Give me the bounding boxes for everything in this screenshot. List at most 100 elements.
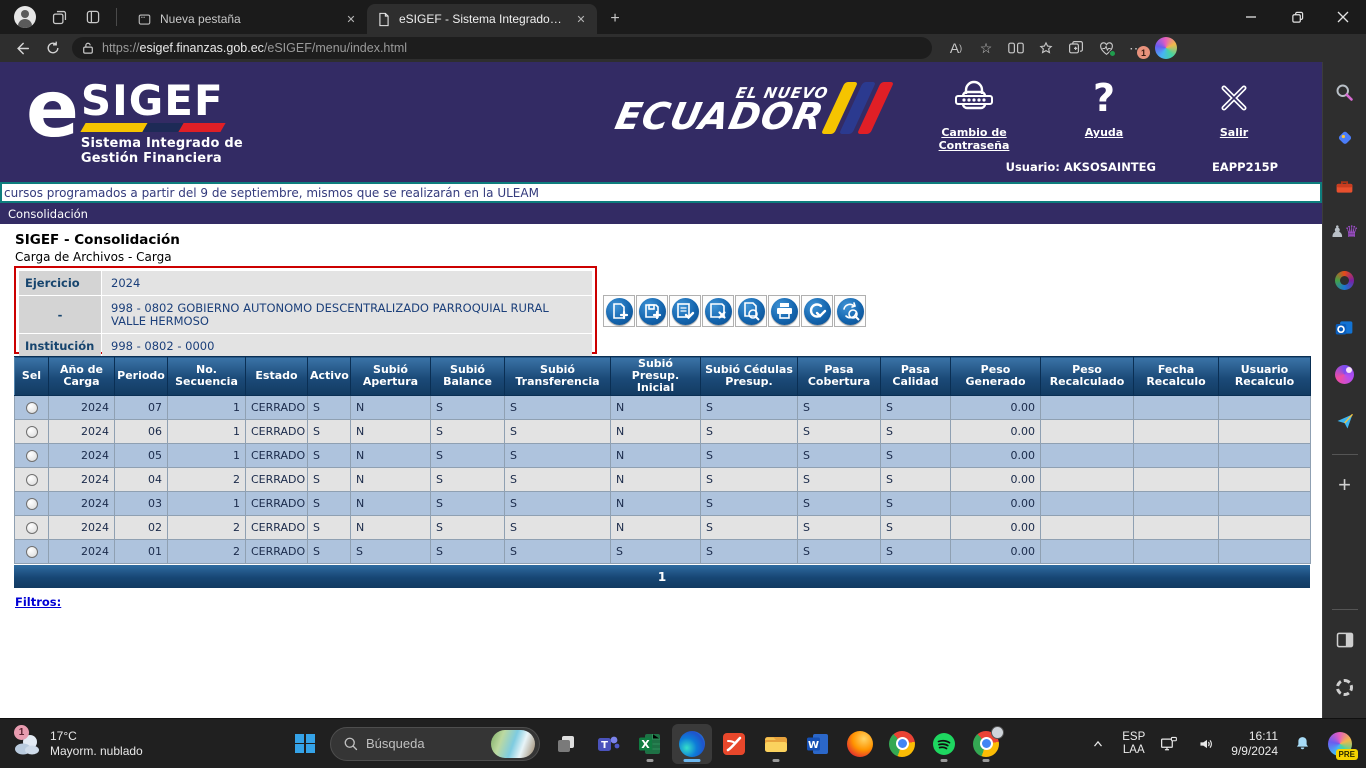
browser-titlebar: Nueva pestaña ✕ eSIGEF - Sistema Integra…	[0, 0, 1366, 34]
table-cell	[1041, 444, 1134, 468]
taskbar-search[interactable]: Búsqueda	[330, 727, 540, 761]
row-select-radio[interactable]	[26, 546, 38, 558]
help-button[interactable]: ? Ayuda	[1056, 74, 1152, 152]
workspaces-icon[interactable]	[78, 4, 108, 30]
settings-icon[interactable]	[1329, 671, 1361, 703]
language-indicator[interactable]: ESPLAA	[1122, 731, 1145, 757]
recalculate-search-icon	[837, 298, 864, 325]
search-icon[interactable]	[1329, 76, 1361, 108]
pdf-app-taskbar-icon[interactable]	[714, 724, 754, 764]
table-cell: S	[701, 516, 798, 540]
row-select-radio[interactable]	[26, 402, 38, 414]
menu-item-consolidacion[interactable]: Consolidación	[8, 207, 88, 221]
restore-button[interactable]	[1274, 0, 1320, 34]
row-select-radio[interactable]	[26, 522, 38, 534]
tray-chevron-icon[interactable]	[1084, 732, 1112, 756]
divider	[116, 8, 117, 26]
tab-actions-icon[interactable]	[44, 4, 74, 30]
edge-sidebar: ♟♛ +	[1322, 62, 1366, 718]
new-record-button[interactable]	[603, 295, 635, 327]
excel-taskbar-icon[interactable]: X	[630, 724, 670, 764]
search-placeholder: Búsqueda	[366, 736, 483, 751]
delete-record-button[interactable]	[702, 295, 734, 327]
address-bar[interactable]: https://esigef.finanzas.gob.ec/eSIGEF/me…	[72, 37, 932, 59]
network-icon[interactable]	[1155, 732, 1183, 756]
preview-search-button[interactable]	[735, 295, 767, 327]
teams-taskbar-icon[interactable]: T	[588, 724, 628, 764]
drop-icon[interactable]	[1329, 405, 1361, 437]
pagination-bar: 1	[14, 565, 1310, 588]
split-screen-icon[interactable]	[1002, 36, 1030, 60]
new-tab-button[interactable]: +	[601, 6, 629, 32]
row-select-radio[interactable]	[26, 498, 38, 510]
table-cell: S	[308, 516, 351, 540]
row-select-radio[interactable]	[26, 426, 38, 438]
back-button[interactable]	[8, 36, 34, 60]
tab-close-icon[interactable]: ✕	[343, 11, 359, 27]
sidebar-panel-icon[interactable]	[1329, 624, 1361, 656]
outlook-icon[interactable]	[1329, 311, 1361, 343]
table-cell	[1134, 444, 1219, 468]
toolbox-icon[interactable]	[1329, 170, 1361, 202]
favorites-star-icon[interactable]: ☆	[972, 36, 1000, 60]
tab-esigef[interactable]: eSIGEF - Sistema Integrado de G ✕	[367, 4, 597, 34]
row-select-radio[interactable]	[26, 474, 38, 486]
filters-link[interactable]: Filtros:	[15, 595, 61, 609]
close-button[interactable]	[1320, 0, 1366, 34]
file-explorer-taskbar-icon[interactable]	[756, 724, 796, 764]
games-icon[interactable]: ♟♛	[1329, 217, 1361, 249]
save-add-button[interactable]	[636, 295, 668, 327]
weather-widget[interactable]: 1 17°C Mayorm. nublado	[0, 729, 200, 759]
column-header: Subió Transferencia	[505, 357, 611, 396]
read-aloud-icon[interactable]: A)	[942, 36, 970, 60]
print-button[interactable]	[768, 295, 800, 327]
start-button[interactable]	[286, 725, 324, 763]
copilot-tray-icon[interactable]: PRE	[1326, 730, 1354, 758]
chrome-taskbar-icon[interactable]	[882, 724, 922, 764]
edge-taskbar-icon[interactable]	[672, 724, 712, 764]
column-header: Fecha Recalculo	[1134, 357, 1219, 396]
volume-icon[interactable]	[1193, 732, 1221, 756]
table-cell: S	[881, 420, 951, 444]
word-taskbar-icon[interactable]: W	[798, 724, 838, 764]
tab-nueva-pestana[interactable]: Nueva pestaña ✕	[127, 4, 367, 34]
table-cell: N	[351, 492, 431, 516]
spotify-taskbar-icon[interactable]	[924, 724, 964, 764]
table-cell: S	[308, 468, 351, 492]
logout-button[interactable]: Salir	[1186, 74, 1282, 152]
copilot-icon[interactable]	[1152, 36, 1180, 60]
approve-check-button[interactable]	[801, 295, 833, 327]
task-view-taskbar-icon[interactable]	[546, 724, 586, 764]
validate-form-button[interactable]	[669, 295, 701, 327]
taskbar: 1 17°C Mayorm. nublado Búsqueda TX W ESPL…	[0, 718, 1366, 768]
recalculate-search-button[interactable]	[834, 295, 866, 327]
add-sidebar-item-icon[interactable]: +	[1329, 469, 1361, 501]
table-cell	[1041, 396, 1134, 420]
collections-icon[interactable]	[1032, 36, 1060, 60]
microsoft-365-icon[interactable]	[1329, 264, 1361, 296]
refresh-button[interactable]	[40, 36, 66, 60]
logo-subtitle-1: Sistema Integrado de	[81, 136, 243, 151]
shopping-icon[interactable]	[1329, 123, 1361, 155]
change-password-button[interactable]: Cambio de Contraseña	[926, 74, 1022, 152]
profile-avatar[interactable]	[10, 4, 40, 30]
notifications-bell-icon[interactable]	[1288, 732, 1316, 756]
minimize-button[interactable]	[1228, 0, 1274, 34]
table-cell: S	[431, 396, 505, 420]
tab-group-icon[interactable]	[1062, 36, 1090, 60]
table-cell	[1219, 468, 1311, 492]
more-menu-icon[interactable]: ⋯1	[1122, 36, 1150, 60]
row-select-radio[interactable]	[26, 450, 38, 462]
page-number[interactable]: 1	[658, 570, 666, 584]
table-cell: CERRADO	[246, 444, 308, 468]
page-title: SIGEF - Consolidación	[15, 232, 180, 248]
column-header: No. Secuencia	[168, 357, 246, 396]
browser-essentials-icon[interactable]	[1092, 36, 1120, 60]
clock[interactable]: 16:11 9/9/2024	[1231, 729, 1278, 759]
firefox-taskbar-icon[interactable]	[840, 724, 880, 764]
tab-close-icon[interactable]: ✕	[573, 11, 589, 27]
table-cell: S	[505, 468, 611, 492]
chrome-profile-taskbar-icon[interactable]	[966, 724, 1006, 764]
designer-icon[interactable]	[1329, 358, 1361, 390]
help-icon: ?	[1093, 78, 1115, 118]
